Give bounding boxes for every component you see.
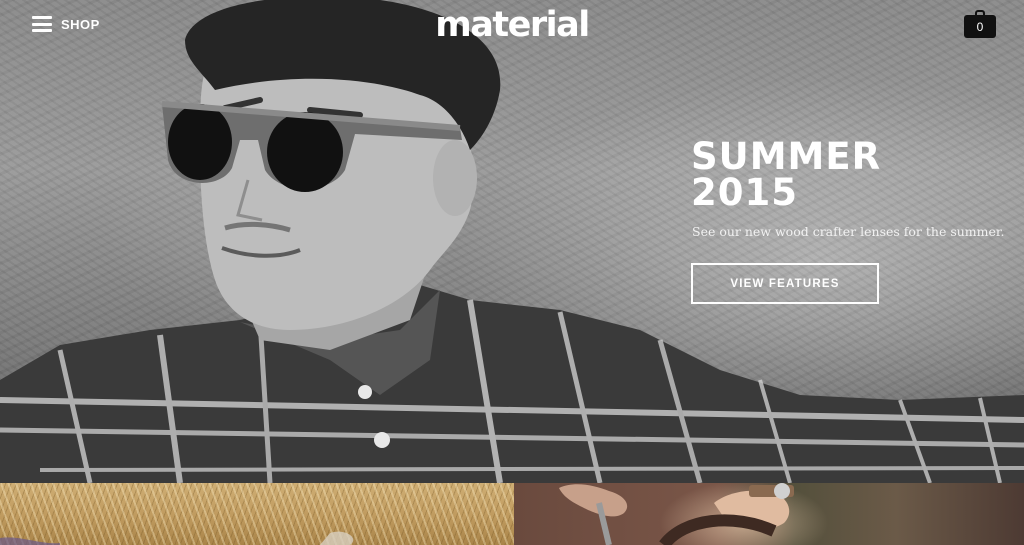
hero-title: SUMMER 2015 (691, 138, 971, 214)
plaid-shirt-shape (0, 285, 1024, 483)
hero-subtitle: See our new wood crafter lenses for the … (692, 224, 1005, 239)
ear-shape (433, 140, 477, 216)
bicycle-rider-image (559, 483, 794, 545)
hero-banner: SHOP material 0 SUMMER 2015 See our new … (0, 0, 1024, 483)
shirt-button (358, 385, 372, 399)
view-features-button[interactable]: VIEW FEATURES (691, 263, 879, 304)
cart-count: 0 (964, 15, 996, 38)
shirt-button (374, 432, 390, 448)
hay-field-tile[interactable] (0, 483, 514, 545)
cart-button[interactable]: 0 (964, 10, 996, 39)
hay-field-image (0, 531, 354, 545)
rider-hand-left (559, 484, 628, 517)
hamburger-menu-icon[interactable] (32, 16, 52, 32)
bicycle-rider-tile[interactable] (514, 483, 1024, 545)
hero-model-image (0, 0, 1024, 483)
shop-menu-label[interactable]: SHOP (61, 17, 100, 32)
site-logo[interactable]: material (435, 5, 590, 45)
hero-title-line-2: 2015 (691, 171, 798, 214)
bicycle-handlebar-grip (659, 514, 777, 545)
shop-menu-button[interactable]: SHOP (32, 16, 100, 32)
